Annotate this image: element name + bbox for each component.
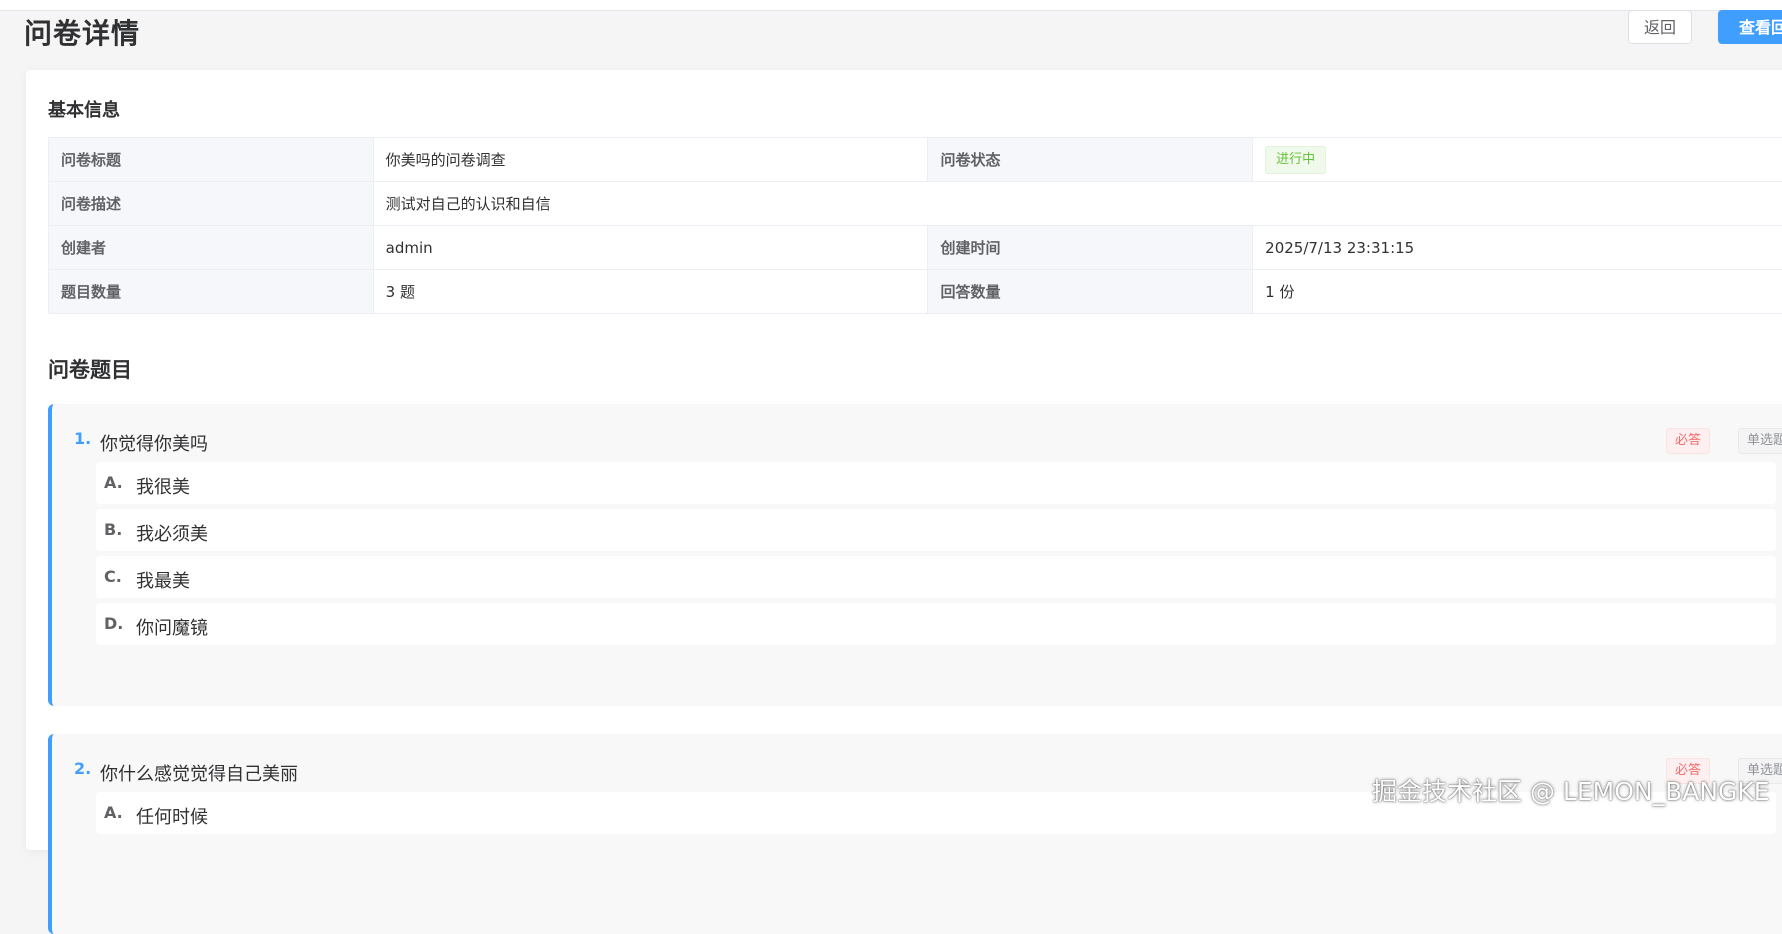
label-question-count: 题目数量	[49, 270, 374, 314]
option-text: 我很美	[136, 473, 190, 499]
label-answer-count: 回答数量	[928, 270, 1253, 314]
page-header: 问卷详情 返回 查看回答	[0, 10, 1782, 60]
value-creator: admin	[373, 226, 928, 270]
value-survey-description: 测试对自己的认识和自信	[373, 182, 1782, 226]
detail-card: 基本信息 问卷标题 你美吗的问卷调查 问卷状态 进行中 问卷描述 测试对自己的认…	[26, 70, 1782, 850]
basic-info-table: 问卷标题 你美吗的问卷调查 问卷状态 进行中 问卷描述 测试对自己的认识和自信 …	[48, 137, 1782, 314]
option-key: C.	[104, 567, 122, 586]
page-title: 问卷详情	[24, 12, 140, 52]
back-button[interactable]: 返回	[1628, 10, 1692, 44]
label-creator: 创建者	[49, 226, 374, 270]
option-key: D.	[104, 614, 123, 633]
option-key: B.	[104, 520, 122, 539]
value-question-count: 3 题	[373, 270, 928, 314]
option-item: C. 我最美	[96, 556, 1776, 598]
status-badge: 进行中	[1265, 146, 1326, 174]
option-text: 你问魔镜	[136, 614, 208, 640]
question-text: 你觉得你美吗	[100, 430, 208, 456]
label-survey-description: 问卷描述	[49, 182, 374, 226]
info-row: 题目数量 3 题 回答数量 1 份	[49, 270, 1782, 314]
value-survey-title: 你美吗的问卷调查	[373, 138, 928, 182]
question-text: 你什么感觉觉得自己美丽	[100, 760, 298, 786]
question-number: 1.	[74, 429, 91, 448]
option-text: 我最美	[136, 567, 190, 593]
value-survey-status: 进行中	[1253, 138, 1782, 182]
option-key: A.	[104, 803, 123, 822]
question-type-badge: 单选题	[1738, 428, 1782, 454]
view-responses-button[interactable]: 查看回答	[1718, 10, 1782, 44]
option-item: A. 我很美	[96, 462, 1776, 504]
question-card: 2. 你什么感觉觉得自己美丽 必答 单选题 A. 任何时候	[48, 734, 1782, 934]
watermark-text: 掘金技术社区 @ LEMON_BANGKE	[1372, 772, 1770, 808]
value-created-time: 2025/7/13 23:31:15	[1253, 226, 1782, 270]
value-answer-count: 1 份	[1253, 270, 1782, 314]
option-item: D. 你问魔镜	[96, 603, 1776, 645]
info-row: 问卷描述 测试对自己的认识和自信	[49, 182, 1782, 226]
question-number: 2.	[74, 759, 91, 778]
option-text: 任何时候	[136, 803, 208, 829]
option-item: B. 我必须美	[96, 509, 1776, 551]
questions-title: 问卷题目	[48, 354, 132, 384]
question-card: 1. 你觉得你美吗 必答 单选题 A. 我很美 B. 我必须美 C. 我最美 D…	[48, 404, 1782, 706]
label-created-time: 创建时间	[928, 226, 1253, 270]
option-key: A.	[104, 473, 123, 492]
label-survey-status: 问卷状态	[928, 138, 1253, 182]
option-text: 我必须美	[136, 520, 208, 546]
required-badge: 必答	[1666, 428, 1710, 454]
info-row: 创建者 admin 创建时间 2025/7/13 23:31:15	[49, 226, 1782, 270]
info-row: 问卷标题 你美吗的问卷调查 问卷状态 进行中	[49, 138, 1782, 182]
label-survey-title: 问卷标题	[49, 138, 374, 182]
basic-info-title: 基本信息	[48, 96, 120, 122]
